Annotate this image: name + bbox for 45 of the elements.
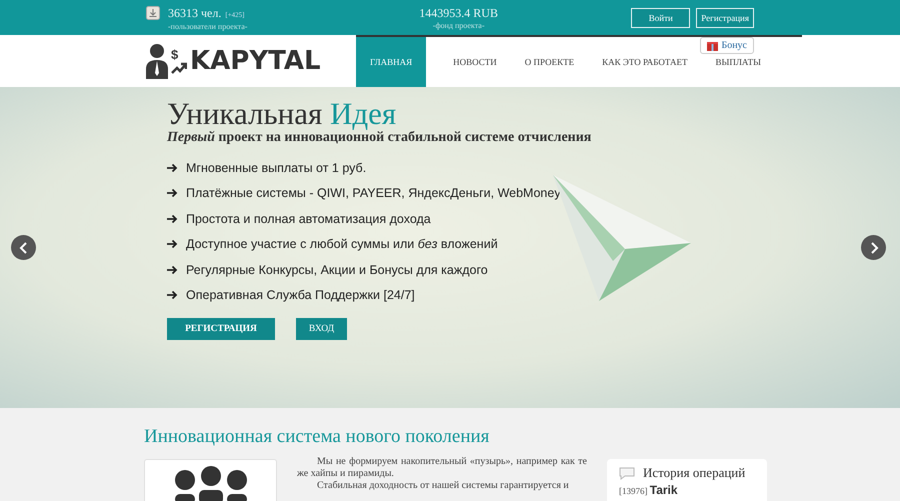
users-count: 36313 чел. <box>168 6 222 20</box>
arrow-icon <box>167 264 178 275</box>
chevron-left-icon <box>18 242 28 254</box>
users-caption: -пользователи проекта- <box>168 22 248 31</box>
next-slide-button[interactable] <box>861 235 886 260</box>
paragraph: Стабильная доходность от нашей системы гарантируется и <box>316 480 570 492</box>
fund-amount: 1443953.4 RUB <box>418 6 499 20</box>
user-name: Tarik <box>650 483 678 497</box>
arrow-icon <box>167 290 178 300</box>
dollar-sign: $ <box>171 48 178 60</box>
feature-text: Платёжные системы - QIWI, PAYEER, ЯндексДеньги, WebMoney <box>186 186 561 200</box>
history-title: История операций <box>643 465 746 481</box>
operation-id: [13976] <box>619 486 648 496</box>
nav-tab[interactable]: ВЫПЛАТЫ <box>715 56 761 68</box>
download-icon <box>146 6 160 20</box>
nav-tab[interactable]: ГЛАВНАЯ <box>356 37 426 87</box>
hero-button[interactable]: РЕГИСТРАЦИЯ <box>167 318 275 340</box>
bonus-button[interactable]: Бонус <box>700 36 754 54</box>
businessman-icon <box>146 43 170 79</box>
feature-text: Простота и полная автоматизация дохода <box>186 212 431 226</box>
chat-icon <box>619 466 635 480</box>
section-title: Инновационная система нового поколения <box>144 426 490 448</box>
hero-subtitle: Первый проект на инновационной стабильной системе отчисления <box>167 130 592 146</box>
feature-text: Доступное участие с любой суммы или без вложений <box>186 237 498 252</box>
feature-text: Оперативная Служба Поддержки [24/7] <box>186 288 415 302</box>
feature-text: Мгновенные выплаты от 1 руб. <box>186 160 366 175</box>
arrow-icon <box>167 239 178 250</box>
top-button[interactable]: Войти <box>631 8 690 28</box>
hero-button[interactable]: ВХОД <box>296 318 347 340</box>
top-button[interactable]: Регистрация <box>696 8 754 28</box>
hero-title: Уникальная Идея <box>167 97 398 131</box>
feature-text: Регулярные Конкурсы, Акции и Бонусы для каждого <box>186 262 488 277</box>
arrow-icon <box>167 162 178 173</box>
arrow-icon <box>167 214 178 224</box>
fund-caption: -фонд проекта- <box>432 20 486 30</box>
trend-arrow-icon <box>171 60 187 74</box>
paragraph: Мы не формируем накопительный «пузырь», например как те же хайпы и пирамиды. <box>297 456 587 480</box>
gift-icon <box>707 40 718 50</box>
logo-text: KAPYTAL <box>190 46 321 76</box>
nav-tab[interactable]: О ПРОЕКТЕ <box>524 56 574 68</box>
nav-tab[interactable]: НОВОСТИ <box>453 56 497 68</box>
nav-tab[interactable]: КАК ЭТО РАБОТАЕТ <box>602 56 688 68</box>
chevron-right-icon <box>868 242 878 254</box>
arrow-icon <box>167 188 178 198</box>
previous-slide-button[interactable] <box>11 235 36 260</box>
